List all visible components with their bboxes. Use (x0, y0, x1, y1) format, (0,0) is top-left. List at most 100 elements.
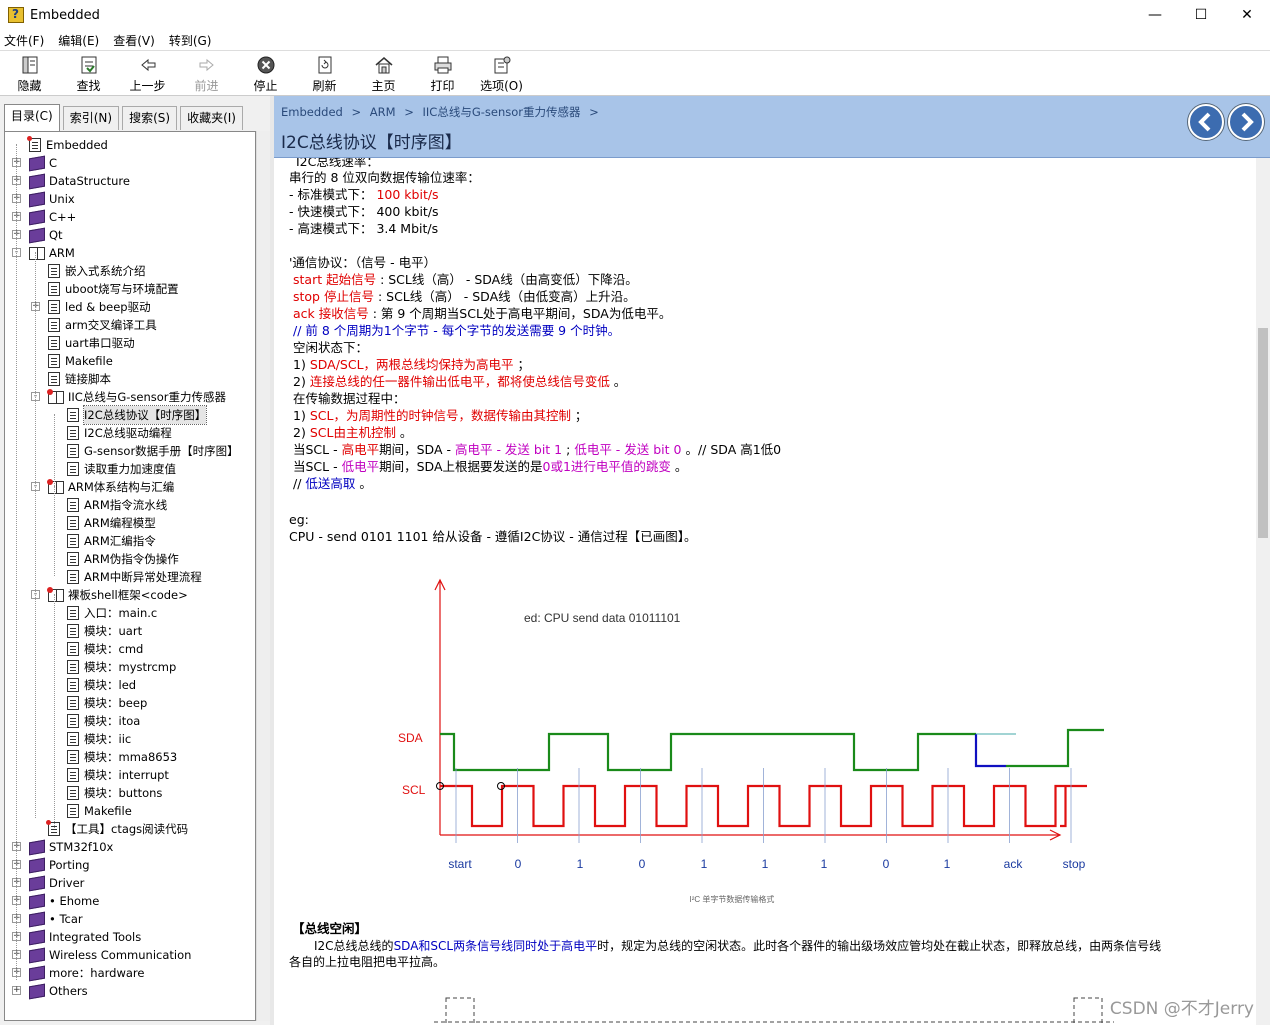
text: 2) (293, 374, 310, 389)
tree-node[interactable]: Makefile (67, 802, 132, 820)
tree-node-label: 模块：mma8653 (84, 750, 178, 764)
options-button[interactable]: 选项(O) (472, 51, 531, 97)
tree-node[interactable]: + led & beep驱动 (31, 298, 151, 316)
tree-node[interactable]: 模块：mma8653 (67, 748, 177, 766)
tree-node[interactable]: 模块：led (67, 676, 136, 694)
tree-node-label: C++ (49, 210, 77, 224)
scrollbar-thumb[interactable] (1258, 328, 1268, 538)
tree-node[interactable]: + Qt (12, 226, 63, 244)
tree-node[interactable]: uboot烧写与环境配置 (48, 280, 179, 298)
tree-guide-line (54, 414, 55, 486)
tree-node[interactable]: ARM指令流水线 (67, 496, 167, 514)
tree-node[interactable]: Makefile (48, 352, 113, 370)
back-button[interactable]: 上一步 (118, 51, 177, 97)
tree-node[interactable]: + Porting (12, 856, 90, 874)
tree-node[interactable]: 模块：beep (67, 694, 147, 712)
home-button[interactable]: 主页 (354, 51, 413, 97)
tree-node-label: 模块：uart (84, 624, 143, 638)
tree-node[interactable]: 嵌入式系统介绍 (48, 262, 146, 280)
tree-node[interactable]: + Unix (12, 190, 75, 208)
content-scrollbar[interactable] (1256, 158, 1270, 1025)
tree-node[interactable]: uart串口驱动 (48, 334, 135, 352)
tree-node[interactable]: + Others (12, 982, 88, 1000)
tree-node[interactable]: 读取重力加速度值 (67, 460, 176, 478)
tree-node[interactable]: I2C总线驱动编程 (67, 424, 172, 442)
tree-scrollbar[interactable] (256, 131, 270, 1021)
tree-node[interactable]: I2C总线协议【时序图】 (67, 405, 208, 425)
tree-node[interactable]: - ARM体系结构与汇编 (31, 478, 175, 496)
tree-node[interactable]: 模块：uart (67, 622, 142, 640)
contents-tree: Embedded + C + DataStructure + Unix + C++ + Qt - ARM… (4, 131, 256, 1021)
tree-node[interactable]: 模块：cmd (67, 640, 143, 658)
next-topic-button[interactable] (1228, 104, 1264, 140)
text-line: 2) 连接总线的任一器件输出低电平，都将使总线信号变低 。 (293, 373, 626, 390)
maximize-button[interactable]: ☐ (1178, 0, 1224, 30)
tree-node[interactable]: + C++ (12, 208, 77, 226)
tree-node[interactable]: - IIC总线与G-sensor重力传感器 (31, 388, 226, 406)
tree-node[interactable]: + STM32f10x (12, 838, 113, 856)
tree-node[interactable]: + Integrated Tools (12, 928, 141, 946)
tree-node[interactable]: 模块：mystrcmp (67, 658, 176, 676)
menu-goto[interactable]: 转到(G) (169, 32, 212, 49)
forward-button[interactable]: 前进 (177, 51, 236, 97)
breadcrumb-embedded[interactable]: Embedded (281, 105, 343, 119)
topic-content: I2C总线速率： 串行的 8 位双向数据传输位速率： - 标准模式下： 100 … (274, 158, 1256, 1025)
tab-favorites[interactable]: 收藏夹(I) (180, 106, 243, 130)
bit-label: 0 (639, 857, 646, 871)
tree-node[interactable]: 模块：buttons (67, 784, 162, 802)
tree-node[interactable]: Embedded (27, 136, 108, 154)
expand-icon[interactable]: + (12, 986, 21, 995)
forward-arrow-icon (197, 55, 217, 75)
help-app-icon (8, 7, 24, 23)
tree-node[interactable]: + • Tcar (12, 910, 83, 928)
locate-label: 查找 (76, 78, 101, 93)
tree-node[interactable]: + DataStructure (12, 172, 130, 190)
tree-node[interactable]: ARM汇编指令 (67, 532, 156, 550)
tree-node[interactable]: + Driver (12, 874, 84, 892)
previous-topic-button[interactable] (1188, 104, 1224, 140)
tree-node[interactable]: G-sensor数据手册【时序图】 (67, 442, 239, 460)
menu-view[interactable]: 查看(V) (113, 32, 155, 49)
close-button[interactable]: ✕ (1224, 0, 1270, 30)
tree-node[interactable]: - 裸板shell框架<code> (31, 586, 188, 604)
tree-node[interactable]: 【工具】ctags阅读代码 (46, 820, 188, 838)
closed-book-icon (29, 173, 45, 189)
print-button[interactable]: 打印 (413, 51, 472, 97)
tree-node[interactable]: 入口：main.c (67, 604, 157, 622)
nav-tabs: 目录(C) 索引(N) 搜索(S) 收藏夹(I) (4, 104, 246, 131)
tree-node[interactable]: 模块：itoa (67, 712, 140, 730)
refresh-button[interactable]: 刷新 (295, 51, 354, 97)
tree-node[interactable]: + Wireless Communication (12, 946, 191, 964)
tab-contents[interactable]: 目录(C) (4, 104, 60, 131)
breadcrumb-arm[interactable]: ARM (370, 105, 396, 119)
tree-node-label: 模块：buttons (84, 786, 163, 800)
tree-node[interactable]: + more：hardware (12, 964, 144, 982)
tree-node-label: 入口：main.c (84, 606, 158, 620)
tree-node[interactable]: + C (12, 154, 57, 172)
tree-node[interactable]: 链接脚本 (48, 370, 111, 388)
tree-guide-line (35, 252, 36, 818)
tree-node[interactable]: + • Ehome (12, 892, 99, 910)
page-icon (67, 714, 79, 728)
page-icon (48, 336, 60, 350)
tree-node[interactable]: arm交叉编译工具 (48, 316, 157, 334)
breadcrumb-iic[interactable]: IIC总线与G-sensor重力传感器 (423, 105, 581, 119)
tree-node[interactable]: ARM伪指令伪操作 (67, 550, 179, 568)
locate-button[interactable]: 查找 (59, 51, 118, 97)
stop-button[interactable]: 停止 (236, 51, 295, 97)
tree-node-label: ARM体系结构与汇编 (68, 480, 175, 494)
right-arrow-icon (1241, 112, 1254, 132)
tree-node[interactable]: ARM编程模型 (67, 514, 156, 532)
open-book-icon (47, 586, 64, 602)
menu-edit[interactable]: 编辑(E) (58, 32, 99, 49)
minimize-button[interactable]: — (1132, 0, 1178, 30)
text-magenta: 低电平 (341, 459, 380, 474)
tab-search[interactable]: 搜索(S) (122, 106, 178, 130)
hide-button[interactable]: 隐藏 (0, 51, 59, 97)
tab-index[interactable]: 索引(N) (62, 106, 120, 130)
text-red: SDA/SCL，两根总线均保持为高电平 (309, 357, 514, 372)
tree-node[interactable]: ARM中断异常处理流程 (67, 568, 202, 586)
menu-file[interactable]: 文件(F) (4, 32, 44, 49)
tree-node[interactable]: 模块：interrupt (67, 766, 169, 784)
tree-node[interactable]: 模块：iic (67, 730, 131, 748)
